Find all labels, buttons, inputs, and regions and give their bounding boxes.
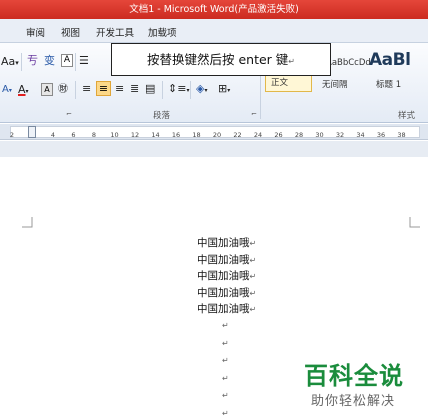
ruler-number: 20: [212, 131, 222, 139]
ruler-number: 24: [253, 131, 263, 139]
bullets-icon[interactable]: ☰: [79, 54, 89, 68]
change-case-label: Aa: [1, 55, 16, 68]
divider: [75, 81, 76, 99]
ruler-number: 18: [192, 131, 201, 139]
style-name-heading1: 标题 1: [376, 80, 402, 90]
char-shading-button[interactable]: A: [41, 83, 53, 96]
document-line: 中国加油哦↵: [197, 301, 256, 316]
line-text: 中国加油哦: [197, 237, 250, 249]
style-name-no-spacing: 无间隔: [322, 80, 348, 90]
empty-paragraph-mark: ↵: [222, 338, 229, 348]
line-text: 中国加油哦: [197, 253, 250, 266]
enclosed-char-button[interactable]: ㊖: [58, 83, 68, 97]
paragraph-dialog-launcher[interactable]: ⌐: [251, 110, 257, 118]
ruler-number: 10: [110, 131, 119, 139]
title-bar: 文档1 - Microsoft Word(产品激活失败): [0, 0, 428, 19]
line-spacing-icon[interactable]: ⇕≡▾: [168, 82, 189, 98]
ruler-number: 4: [50, 131, 56, 139]
document-line: 中国加油哦↵: [197, 285, 256, 300]
ruler-gap: [0, 141, 428, 157]
window-title: 文档1 - Microsoft Word(产品激活失败): [129, 4, 299, 15]
margin-corner-top-right: [409, 217, 420, 228]
font-color-button[interactable]: A▾: [18, 83, 29, 99]
text-effects-icon[interactable]: A▾: [2, 83, 12, 98]
ruler-number: 36: [376, 131, 386, 139]
paragraph-mark: ↵: [249, 288, 257, 298]
paragraph-mark: ↵: [249, 255, 257, 265]
justify-icon[interactable]: ≣: [130, 82, 139, 96]
ruler-number: 6: [71, 131, 76, 139]
document-line: 中国加油哦↵: [197, 268, 256, 283]
line-text: 中国加油哦: [197, 286, 250, 299]
empty-paragraph-mark: ↵: [222, 356, 229, 365]
ruler-number: 32: [335, 131, 345, 139]
style-name-normal: 正文: [271, 78, 289, 88]
paragraph-mark: ↵: [249, 239, 257, 248]
empty-paragraph-mark: ↵: [222, 321, 229, 330]
ruler-number: 38: [397, 131, 406, 139]
paragraph-mark: ↵: [249, 305, 257, 315]
ribbon-tab-bar: 审阅 视图 开发工具 加载项: [0, 19, 428, 43]
empty-paragraph-mark: ↵: [222, 408, 229, 418]
document-line: 中国加油哦↵: [197, 252, 256, 267]
enclose-char-icon[interactable]: 变: [44, 54, 55, 68]
font-dialog-launcher[interactable]: ⌐: [66, 110, 72, 118]
shading-icon[interactable]: ◈▾: [196, 82, 207, 98]
divider: [190, 81, 191, 99]
divider: [162, 81, 163, 99]
ruler-number: 22: [233, 131, 242, 139]
style-sample-heading1[interactable]: AaBl: [369, 50, 411, 70]
watermark-main: 百科全说: [304, 362, 404, 390]
tab-review[interactable]: 审阅: [26, 25, 45, 39]
ruler-number: 26: [274, 131, 283, 139]
ruler-number: 8: [91, 131, 97, 139]
style-sample-no-spacing[interactable]: AaBbCcDd: [326, 58, 371, 68]
line-text: 中国加油哦: [197, 303, 250, 316]
styles-group-label: 样式: [398, 111, 416, 121]
document-line: 中国加油哦↵: [197, 235, 256, 250]
ruler-number: 14: [151, 131, 160, 139]
tab-addins[interactable]: 加载项: [148, 25, 177, 39]
callout-paragraph-mark: ↵: [288, 57, 295, 66]
tab-developer[interactable]: 开发工具: [96, 25, 134, 39]
ruler-number: 2: [9, 131, 15, 139]
divider: [21, 53, 22, 71]
ruler-number: 28: [294, 131, 304, 139]
instruction-callout: 按替换键然后按 enter 键↵: [111, 43, 331, 76]
phonetic-guide-icon[interactable]: 亐: [27, 54, 38, 68]
align-center-button[interactable]: ≡: [96, 81, 111, 96]
empty-paragraph-mark: ↵: [222, 391, 229, 400]
empty-paragraph-mark: ↵: [222, 373, 229, 383]
char-border-button[interactable]: A: [61, 54, 73, 67]
callout-text: 按替换键然后按 enter 键: [147, 52, 289, 67]
ruler-number: 34: [356, 131, 365, 139]
borders-icon[interactable]: ⊞▾: [218, 82, 230, 98]
margin-corner-top-left: [22, 217, 33, 228]
ruler-indent-marker[interactable]: [28, 126, 36, 138]
tab-view[interactable]: 视图: [61, 25, 80, 39]
line-text: 中国加油哦: [197, 270, 250, 283]
ruler-number: 16: [171, 131, 181, 139]
change-case-button[interactable]: Aa▾: [1, 55, 19, 70]
ruler-number: 30: [315, 131, 324, 139]
word-window: 文档1 - Microsoft Word(产品激活失败) 审阅 视图 开发工具 …: [0, 0, 428, 419]
divider: [75, 53, 76, 71]
paragraph-mark: ↵: [249, 272, 257, 282]
paragraph-group-label: 段落: [153, 111, 171, 121]
watermark-sub: 助你轻松解决: [311, 394, 396, 409]
ruler-number: 12: [130, 131, 140, 139]
font-color-letter: A: [18, 83, 26, 96]
align-right-icon[interactable]: ≡: [115, 82, 124, 96]
distributed-icon[interactable]: ▤: [145, 82, 155, 96]
align-left-icon[interactable]: ≡: [82, 82, 91, 96]
